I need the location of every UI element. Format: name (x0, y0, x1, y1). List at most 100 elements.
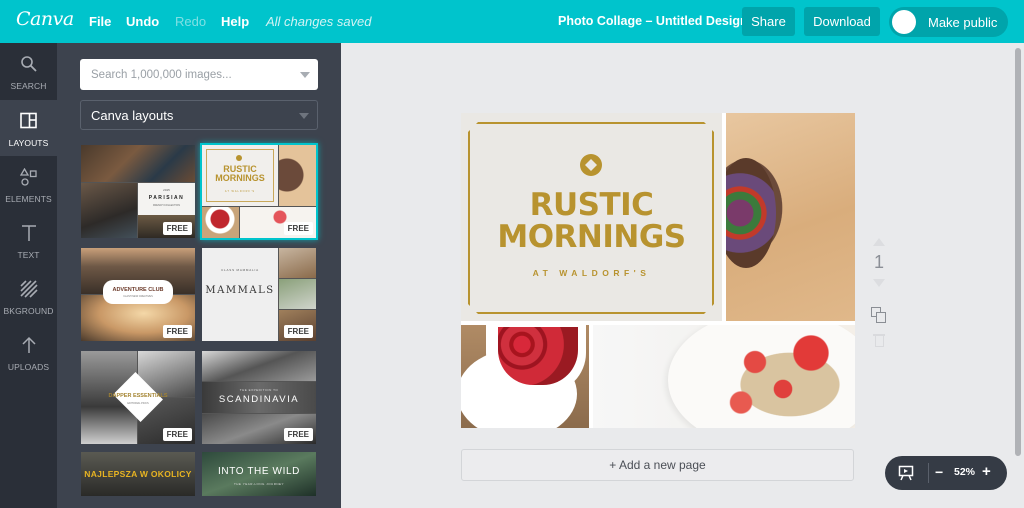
free-badge: FREE (162, 325, 192, 338)
zoom-out-button[interactable]: − (935, 464, 943, 480)
layout-filter-value: Canva layouts (91, 108, 174, 123)
toggle-knob (892, 10, 916, 34)
thumb-photo (81, 183, 137, 238)
page-tools: 1 (869, 238, 889, 347)
thumb-photo (202, 207, 239, 238)
design-workspace: RUSTIC MORNINGS AT WALDORF'S 1 + Add a n… (341, 43, 1024, 508)
photo-raspberries[interactable] (461, 325, 589, 428)
nav-label: SEARCH (10, 81, 47, 91)
download-button[interactable]: Download (804, 7, 880, 36)
thumb-photo (202, 351, 316, 381)
zoom-in-button[interactable]: + (982, 463, 991, 480)
thumb-title: PARISIAN (148, 195, 185, 201)
document-title[interactable]: Photo Collage – Untitled Design (558, 14, 748, 28)
background-pattern-icon (0, 280, 57, 304)
photo-salad-bowl[interactable] (726, 113, 855, 321)
thumb-kicker: CLASS MAMMALIA (221, 268, 259, 272)
nav-text[interactable]: TEXT (0, 212, 57, 268)
raspberries (498, 327, 578, 385)
design-subtitle[interactable]: AT WALDORF'S (461, 268, 722, 278)
photo-oats-strawberries[interactable] (593, 325, 855, 428)
menu-undo[interactable]: Undo (126, 14, 159, 29)
thumb-photo (81, 145, 195, 182)
duplicate-page-icon[interactable] (871, 307, 887, 323)
layout-thumb-rustic-mornings[interactable]: RUSTIC MORNINGS AT WALDORF'S FREE (202, 145, 316, 238)
nav-search[interactable]: SEARCH (0, 43, 57, 99)
nav-label: LAYOUTS (8, 138, 49, 148)
menu-redo[interactable]: Redo (175, 14, 206, 29)
thumb-title: DAPPER ESSENTIALS (108, 393, 168, 399)
thumb-text-block: THE EXPEDITION TO SCANDINAVIA (202, 382, 316, 413)
share-button[interactable]: Share (742, 7, 795, 36)
nav-label: BKGROUND (3, 306, 54, 316)
nav-uploads[interactable]: UPLOADS (0, 324, 57, 380)
thumb-title: INTO THE WILD (218, 466, 300, 477)
chevron-down-icon[interactable] (300, 72, 310, 78)
layout-thumb-dapper-essentials[interactable]: DAPPER ESSENTIALS EDITORIAL PICKS FREE (81, 351, 195, 444)
image-search (80, 59, 318, 90)
chevron-down-icon (299, 113, 309, 119)
zoom-level: 52% (954, 466, 976, 478)
thumb-title: RUSTIC MORNINGS (215, 164, 265, 183)
nav-label: ELEMENTS (5, 194, 52, 204)
move-page-down-icon[interactable] (873, 279, 885, 287)
vertical-scrollbar[interactable] (1015, 48, 1021, 456)
left-nav: SEARCH LAYOUTS ELEMENTS TEXT BKGROUND UP… (0, 43, 57, 508)
title-block[interactable]: RUSTIC MORNINGS AT WALDORF'S (461, 113, 722, 321)
layout-thumb-adventure-club[interactable]: ADVENTURE CLUB CLASH NEW CREATIVES FREE (81, 248, 195, 341)
salad-bowl (726, 158, 776, 268)
layout-thumb-najlepsza[interactable]: NAJLEPSZA W OKOLICY (81, 452, 195, 496)
make-public-toggle[interactable]: Make public (889, 7, 1008, 37)
diamond-badge-icon (580, 154, 602, 176)
move-page-up-icon[interactable] (873, 238, 885, 246)
thumb-photo (279, 248, 316, 278)
thumb-text-block: ADVENTURE CLUB CLASH NEW CREATIVES (103, 280, 173, 304)
thumb-kicker: THE EXPEDITION TO (239, 388, 279, 392)
layout-icon (0, 112, 57, 136)
layout-filter-select[interactable]: Canva layouts (80, 100, 318, 130)
thumb-title: SCANDINAVIA (218, 394, 300, 405)
page-number: 1 (873, 252, 884, 272)
thumb-kicker: 2015 (163, 188, 170, 192)
thumb-subtitle: AT WALDORF'S (224, 190, 256, 193)
design-page[interactable]: RUSTIC MORNINGS AT WALDORF'S (461, 113, 855, 428)
save-status: All changes saved (266, 14, 372, 29)
thumb-photo (279, 279, 316, 309)
thumb-text-block: 2015 PARISIAN FRENCH COLLECTION (138, 183, 195, 215)
nav-label: UPLOADS (7, 362, 50, 372)
make-public-label: Make public (928, 15, 998, 30)
design-title-line2: MORNINGS (497, 219, 686, 255)
thumb-title: MAMMALS (205, 285, 275, 296)
thumb-title: NAJLEPSZA W OKOLICY (84, 469, 192, 479)
thumb-title: ADVENTURE CLUB (112, 287, 164, 293)
design-title-line1: RUSTIC (529, 187, 654, 223)
nav-background[interactable]: BKGROUND (0, 268, 57, 324)
menu-help[interactable]: Help (221, 14, 249, 29)
layout-thumb-mammals[interactable]: CLASS MAMMALIA MAMMALS FREE (202, 248, 316, 341)
presentation-icon[interactable] (898, 465, 914, 486)
add-new-page-button[interactable]: + Add a new page (461, 449, 854, 481)
strawberries-and-oats (713, 335, 853, 425)
nav-label: TEXT (17, 250, 40, 260)
free-badge: FREE (162, 222, 192, 235)
delete-page-icon[interactable] (873, 333, 885, 347)
free-badge: FREE (283, 325, 313, 338)
thumb-subtitle: THE YEAR-LONG JOURNEY (233, 482, 285, 486)
design-title[interactable]: RUSTIC MORNINGS (461, 189, 722, 253)
thumb-subtitle: CLASH NEW CREATIVES (123, 295, 153, 298)
divider (928, 463, 929, 483)
upload-arrow-icon (0, 336, 57, 360)
layout-thumb-into-the-wild[interactable]: INTO THE WILD THE YEAR-LONG JOURNEY (202, 452, 316, 496)
text-icon (0, 224, 57, 248)
layout-thumb-parisian[interactable]: 2015 PARISIAN FRENCH COLLECTION FREE (81, 145, 195, 238)
shapes-icon (0, 168, 57, 192)
nav-layouts[interactable]: LAYOUTS (0, 100, 57, 156)
layouts-panel: Canva layouts 2015 PARISIAN FRENCH COLLE… (57, 43, 341, 508)
thumb-subtitle: FRENCH COLLECTION (152, 204, 181, 207)
menu-file[interactable]: File (89, 14, 111, 29)
canva-logo[interactable]: Canva (16, 8, 74, 30)
nav-elements[interactable]: ELEMENTS (0, 156, 57, 212)
search-input[interactable] (80, 59, 295, 90)
free-badge: FREE (162, 428, 192, 441)
layout-thumb-scandinavia[interactable]: THE EXPEDITION TO SCANDINAVIA FREE (202, 351, 316, 444)
